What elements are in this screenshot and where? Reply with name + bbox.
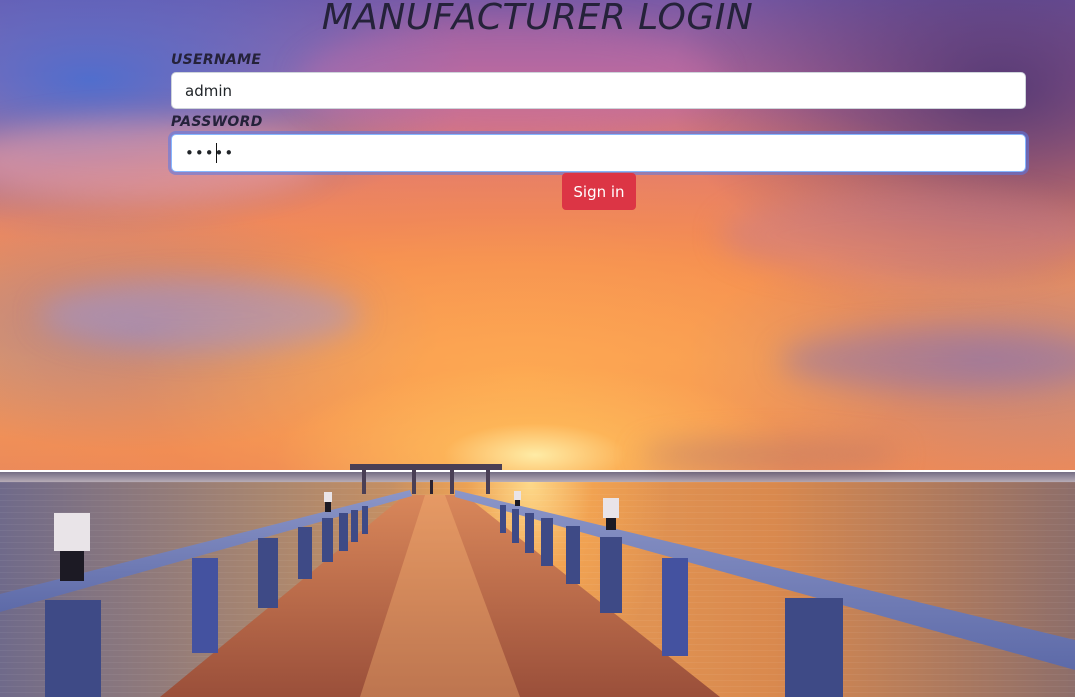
username-input[interactable] bbox=[171, 72, 1026, 109]
page-title: MANUFACTURER LOGIN bbox=[321, 0, 754, 38]
password-label: PASSWORD bbox=[171, 114, 263, 130]
sign-in-button[interactable]: Sign in bbox=[562, 173, 636, 210]
password-input[interactable] bbox=[171, 134, 1026, 172]
text-caret bbox=[216, 143, 217, 163]
username-label: USERNAME bbox=[171, 52, 262, 68]
